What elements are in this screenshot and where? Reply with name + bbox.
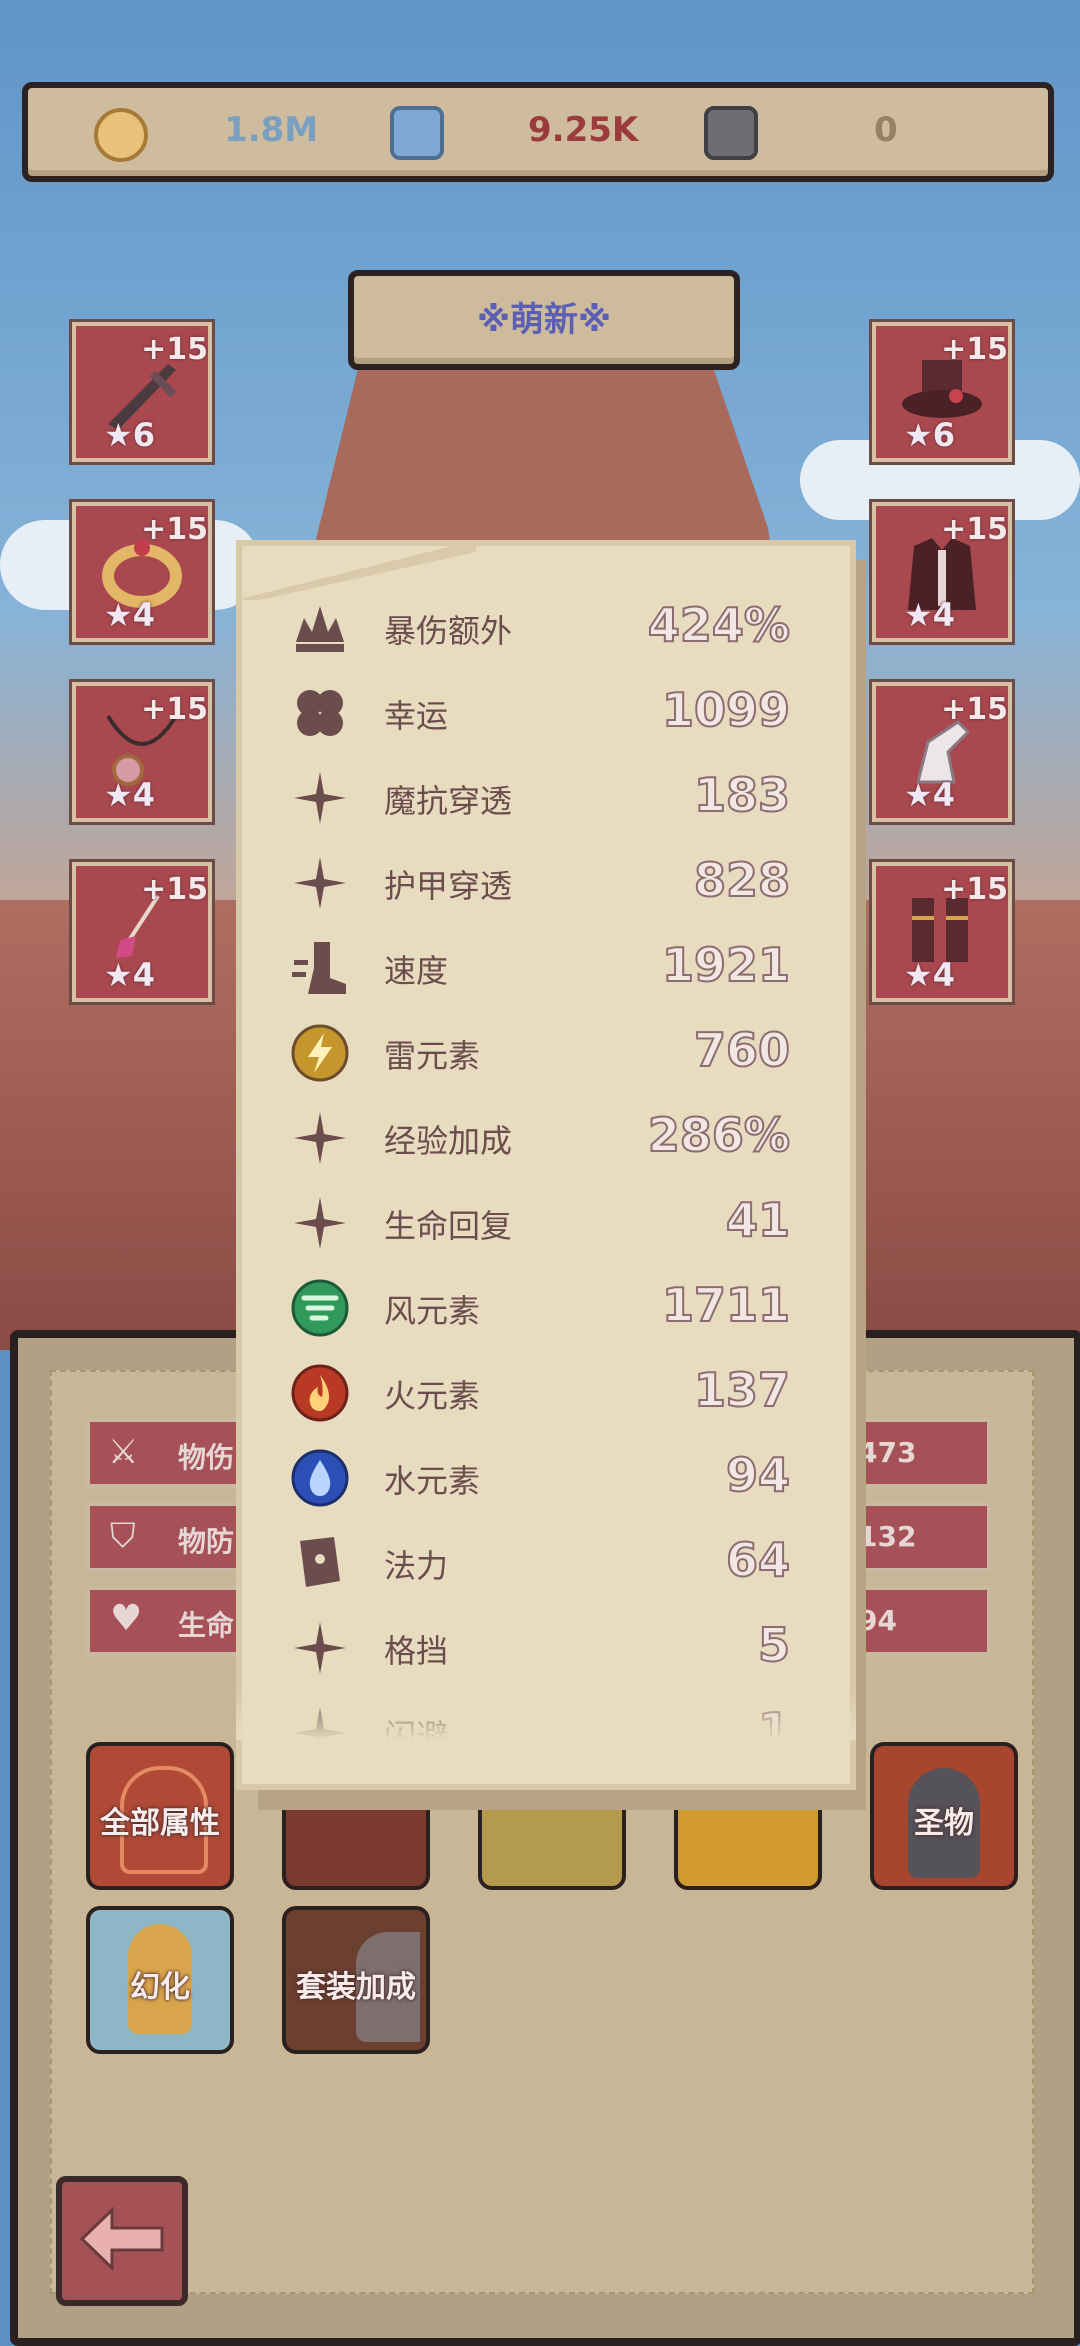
star-rating: ★4 [104,596,155,634]
shield-icon: ⛉ [110,1516,136,1556]
popup-stat-row: 暴伤额外 424% [290,597,791,658]
star-rating: ★6 [904,416,955,454]
popup-stat-row: 经验加成 286% [290,1107,791,1168]
sparkle-icon [294,1622,346,1674]
star-rating: ★6 [104,416,155,454]
dark-rune-icon [704,106,758,160]
stat-row-physical-defense: ⛉ 物防 [86,1502,254,1572]
enhance-level: +15 [141,872,208,907]
popup-stat-row: 幸运 1099 [290,682,791,743]
popup-scroll-fade [236,1690,856,1740]
sparkle-icon [294,1112,346,1164]
equip-slot-necklace[interactable]: +15 ★4 [72,682,212,822]
enhance-level: +15 [941,512,1008,547]
popup-stat-row: 水元素 94 [290,1447,791,1508]
currency-bar: 1.8M 9.25K 0 [22,82,1054,182]
equip-slot-weapon[interactable]: +15 ★6 [72,322,212,462]
stat-value-health: 94 [858,1586,991,1656]
title-banner: ※萌新※ [348,270,740,370]
stat-value-physical-attack: 473 [858,1418,991,1488]
popup-stat-row: 格挡 5 [290,1617,791,1678]
star-rating: ★4 [904,596,955,634]
popup-stat-row: 护甲穿透 828 [290,852,791,913]
popup-stat-row: 魔抗穿透 183 [290,767,791,828]
star-rating: ★4 [104,956,155,994]
set-bonus-button[interactable]: 套装加成 [282,1906,430,2054]
sword-icon: ⚔ [108,1432,139,1472]
back-arrow-icon [79,2206,164,2272]
sparkle-icon [294,857,346,909]
equip-slot-hat[interactable]: +15 ★6 [872,322,1012,462]
transform-button[interactable]: 幻化 [86,1906,234,2054]
stat-value-physical-defense: 132 [858,1502,991,1572]
thunder-icon [291,1024,349,1082]
water-icon [291,1449,349,1507]
equip-slot-boots[interactable]: +15 ★4 [872,862,1012,1002]
blue-rune-icon [390,106,444,160]
enhance-level: +15 [941,692,1008,727]
equip-slot-armor[interactable]: +15 ★4 [872,502,1012,642]
enhance-level: +15 [141,332,208,367]
gold-amount: 1.8M [224,110,319,150]
enhance-level: +15 [941,332,1008,367]
popup-stat-row: 法力 64 [290,1532,791,1593]
equip-slot-gloves[interactable]: +15 ★4 [872,682,1012,822]
star-rating: ★4 [904,776,955,814]
star-rating: ★4 [104,776,155,814]
sparkle-icon [294,1197,346,1249]
star-rating: ★4 [904,956,955,994]
fire-icon [291,1364,349,1422]
back-button[interactable] [56,2176,188,2306]
stat-row-health: ♥ 生命 [86,1586,254,1656]
relic-button[interactable]: 圣物 [870,1742,1018,1890]
popup-stat-row: 风元素 1711 [290,1277,791,1338]
dark-rune-amount: 0 [874,110,898,150]
clover-icon [297,690,343,736]
sparkle-icon [294,772,346,824]
popup-stat-row: 速度 1921 [290,937,791,998]
gold-coin-icon [94,108,148,162]
enhance-level: +15 [141,512,208,547]
equip-slot-ring[interactable]: +15 ★4 [72,502,212,642]
book-icon [300,1537,340,1587]
crit-icon [296,606,344,652]
popup-stat-row: 火元素 137 [290,1362,791,1423]
popup-stat-row: 生命回复 41 [290,1192,791,1253]
stat-row-physical-attack: ⚔ 物伤 [86,1418,254,1488]
equip-slot-amulet[interactable]: +15 ★4 [72,862,212,1002]
enhance-level: +15 [941,872,1008,907]
enhance-level: +15 [141,692,208,727]
heart-icon: ♥ [110,1598,143,1639]
boot-speed-icon [292,942,346,994]
player-title: ※萌新※ [476,300,612,340]
wind-icon [291,1279,349,1337]
popup-stat-row: 雷元素 760 [290,1022,791,1083]
rune-amount: 9.25K [528,110,639,150]
all-attributes-button[interactable]: 全部属性 [86,1742,234,1890]
